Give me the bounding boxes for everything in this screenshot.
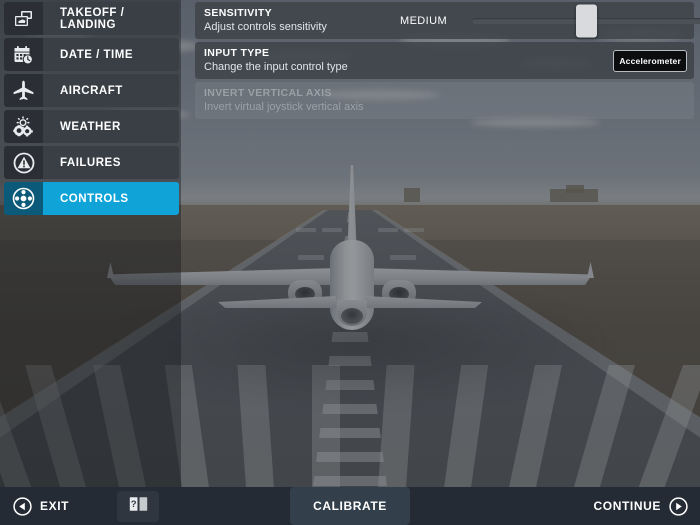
sensitivity-value-label: MEDIUM (400, 14, 448, 27)
setting-subtitle: Invert virtual joystick vertical axis (204, 101, 364, 113)
sidebar-item-controls[interactable]: CONTROLS (4, 182, 179, 215)
continue-button[interactable]: CONTINUE (594, 487, 688, 525)
sidebar-item-weather[interactable]: WEATHER (4, 110, 179, 143)
input-type-value-button[interactable]: Accelerometer (613, 49, 687, 72)
setting-subtitle: Change the input control type (204, 61, 348, 73)
sidebar-item-takeoff-landing[interactable]: TAKEOFF / LANDING (4, 2, 179, 35)
setting-title: INVERT VERTICAL AXIS (204, 87, 332, 99)
sensitivity-slider[interactable] (472, 4, 700, 37)
settings-sidebar: TAKEOFF / LANDING DATE / TIME AIRCRAFT W… (4, 2, 179, 215)
weather-sun-cloud-icon (4, 110, 43, 143)
sensitivity-slider-thumb[interactable] (575, 4, 597, 37)
sidebar-item-label: TAKEOFF / LANDING (43, 2, 179, 35)
sidebar-item-label: WEATHER (43, 110, 179, 143)
svg-text:?: ? (130, 499, 136, 510)
calibrate-button[interactable]: CALIBRATE (290, 487, 410, 525)
setting-subtitle: Adjust controls sensitivity (204, 21, 327, 33)
setting-title: SENSITIVITY (204, 7, 273, 19)
calibrate-label: CALIBRATE (313, 499, 387, 513)
help-book-icon: ? (128, 495, 149, 518)
sidebar-item-label: DATE / TIME (43, 38, 179, 71)
warning-triangle-icon (4, 146, 43, 179)
setting-title: INPUT TYPE (204, 47, 270, 59)
circle-left-arrow-icon (13, 496, 32, 516)
exit-label: EXIT (40, 499, 70, 513)
sidebar-item-label: CONTROLS (43, 182, 179, 215)
calendar-clock-icon (4, 38, 43, 71)
sensitivity-slider-group: MEDIUM (400, 2, 700, 39)
dpad-icon (4, 182, 43, 215)
setting-row-input-type[interactable]: INPUT TYPE Change the input control type… (195, 42, 694, 79)
sidebar-item-label: AIRCRAFT (43, 74, 179, 107)
sidebar-item-label: FAILURES (43, 146, 179, 179)
sidebar-item-aircraft[interactable]: AIRCRAFT (4, 74, 179, 107)
airplane-icon (4, 74, 43, 107)
bottom-toolbar: EXIT ? CALIBRATE CONTINUE (0, 487, 700, 525)
circle-right-arrow-icon (669, 496, 688, 516)
settings-panel: SENSITIVITY Adjust controls sensitivity … (195, 2, 700, 119)
row-texts: INPUT TYPE Change the input control type (204, 47, 348, 74)
setting-row-sensitivity[interactable]: SENSITIVITY Adjust controls sensitivity … (195, 2, 700, 39)
sidebar-item-date-time[interactable]: DATE / TIME (4, 38, 179, 71)
sidebar-item-failures[interactable]: FAILURES (4, 146, 179, 179)
takeoff-landing-icon (4, 2, 43, 35)
help-button[interactable]: ? (117, 491, 159, 522)
exit-button[interactable]: EXIT (0, 487, 69, 525)
continue-label: CONTINUE (593, 499, 661, 513)
row-texts: INVERT VERTICAL AXIS Invert virtual joys… (204, 87, 364, 114)
setting-row-invert-vertical-axis: INVERT VERTICAL AXIS Invert virtual joys… (195, 82, 694, 119)
row-texts: SENSITIVITY Adjust controls sensitivity (204, 7, 327, 34)
